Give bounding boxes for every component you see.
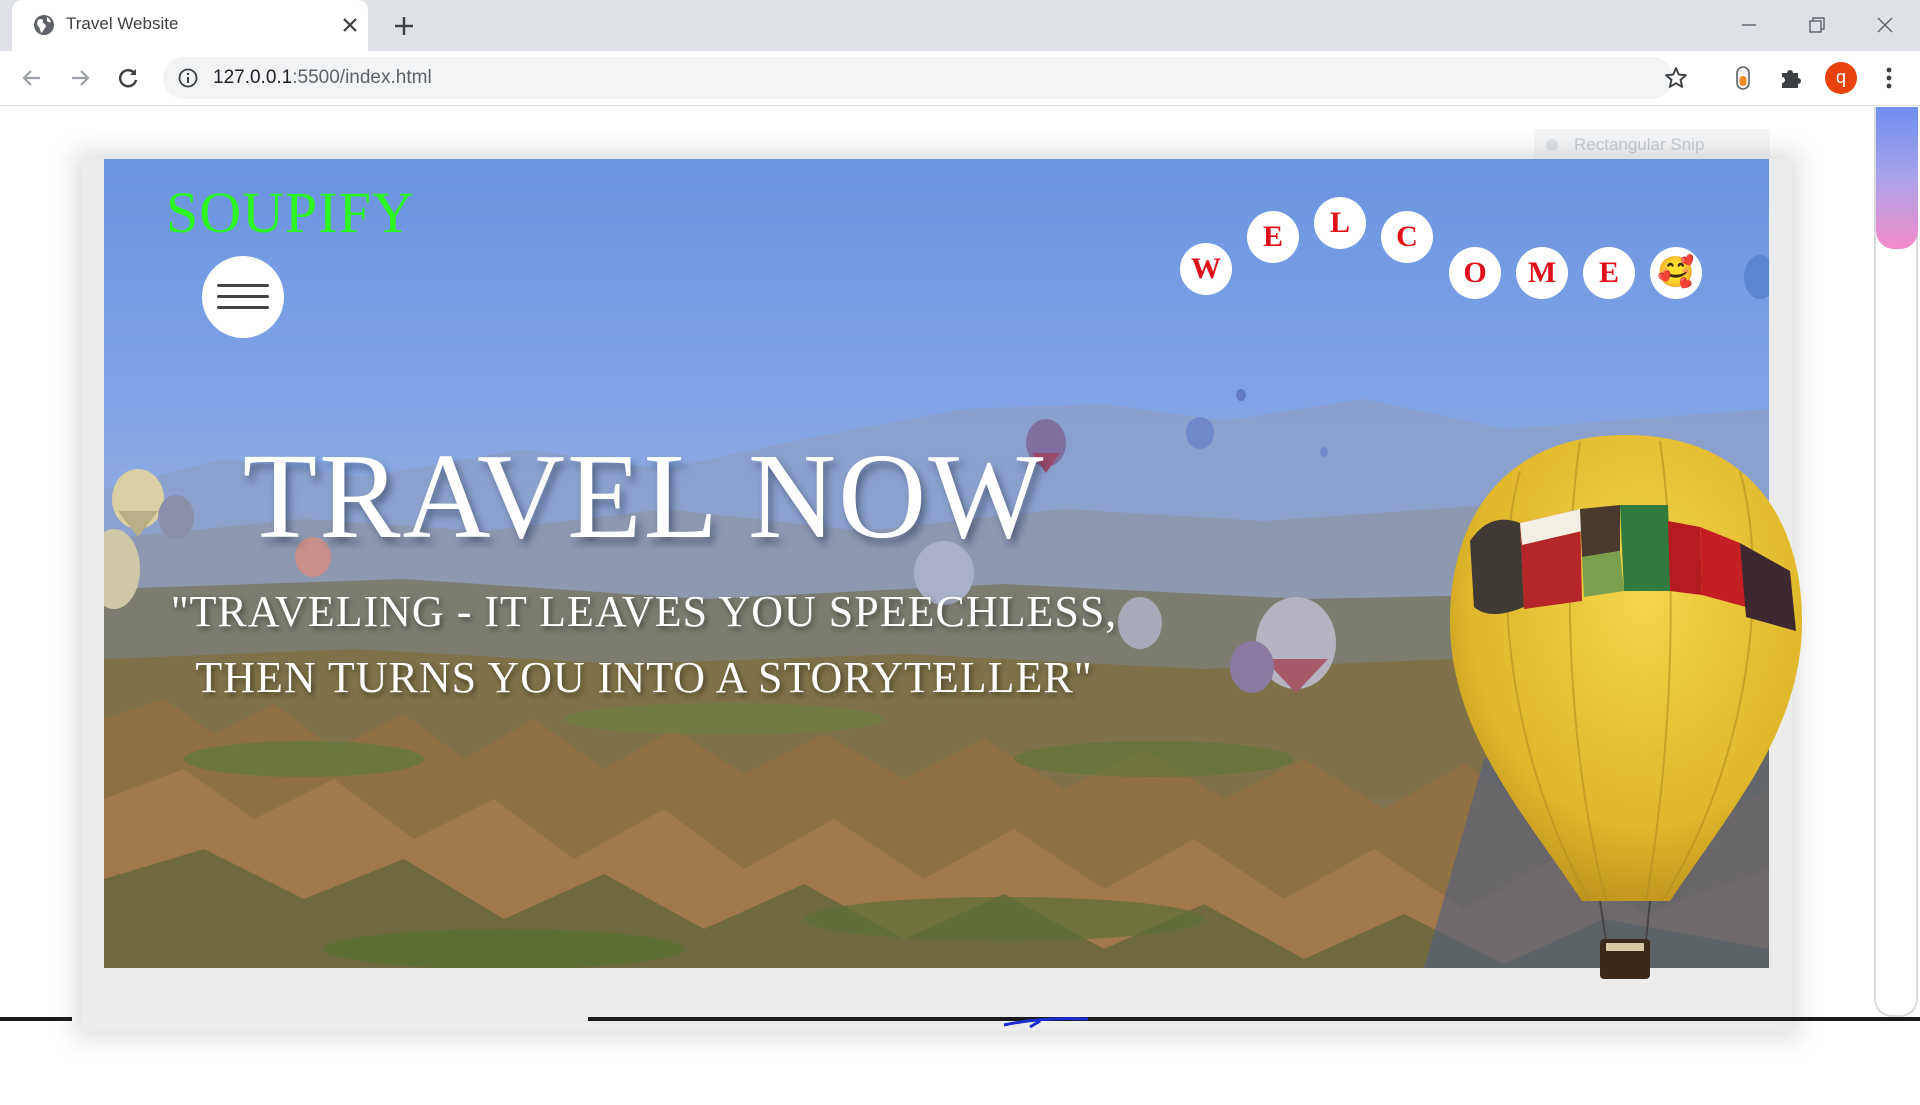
welcome-letter: E bbox=[1247, 211, 1299, 263]
profile-avatar[interactable]: q bbox=[1825, 62, 1857, 94]
hamburger-icon-bar bbox=[217, 295, 269, 298]
more-vert-icon[interactable] bbox=[1874, 63, 1904, 93]
star-icon[interactable] bbox=[1663, 65, 1689, 91]
minimize-icon[interactable] bbox=[1734, 10, 1764, 40]
hero-quote: "TRAVELING - IT LEAVES YOU SPEECHLESS, T… bbox=[104, 579, 1184, 711]
welcome-emoji: 🥰 bbox=[1650, 247, 1702, 299]
hamburger-icon-bar bbox=[217, 284, 269, 287]
distant-balloon bbox=[1320, 447, 1328, 457]
distant-balloon bbox=[1744, 255, 1769, 299]
distant-balloon bbox=[1236, 389, 1246, 401]
distant-balloon bbox=[1230, 641, 1274, 693]
address-bar[interactable]: 127.0.0.1:5500/index.html bbox=[163, 57, 1687, 99]
snip-overlay-ghost: Rectangular Snip bbox=[1534, 129, 1770, 161]
welcome-letter: O bbox=[1449, 247, 1501, 299]
url-host: 127.0.0.1 bbox=[213, 67, 293, 88]
hamburger-icon-bar bbox=[217, 306, 269, 309]
tab-title: Travel Website bbox=[66, 14, 179, 33]
welcome-letter: E bbox=[1583, 247, 1635, 299]
welcome-letter: L bbox=[1314, 197, 1366, 249]
quote-line-2: THEN TURNS YOU INTO A STORYTELLER" bbox=[195, 653, 1093, 702]
browser-toolbar: 127.0.0.1:5500/index.html q bbox=[0, 51, 1920, 106]
scrollbar-thumb[interactable] bbox=[1876, 107, 1918, 249]
hero-card: SOUPIFY TRAVEL NOW "TRAVELING - IT LEAVE… bbox=[82, 159, 1802, 1031]
tab-strip: Travel Website bbox=[0, 0, 1920, 51]
forward-arrow-icon[interactable] bbox=[66, 64, 94, 92]
welcome-letter: C bbox=[1381, 211, 1433, 263]
globe-icon bbox=[34, 15, 54, 35]
welcome-letter: M bbox=[1516, 247, 1568, 299]
divider-line bbox=[588, 1017, 1920, 1021]
divider-line bbox=[0, 1017, 72, 1021]
scribble-mark bbox=[1003, 1017, 1089, 1029]
menu-button[interactable] bbox=[202, 256, 284, 338]
reload-icon[interactable] bbox=[114, 64, 142, 92]
plus-icon[interactable] bbox=[390, 12, 418, 40]
active-tab[interactable]: Travel Website bbox=[12, 0, 368, 51]
brand-logo[interactable]: SOUPIFY bbox=[166, 179, 415, 246]
distant-balloon bbox=[1186, 417, 1214, 449]
url-path: :5500/index.html bbox=[292, 67, 432, 88]
window-close-icon[interactable] bbox=[1870, 10, 1900, 40]
url-text: 127.0.0.1:5500/index.html bbox=[213, 67, 432, 89]
close-icon[interactable] bbox=[338, 13, 362, 37]
hero-headline: TRAVEL NOW bbox=[242, 429, 1046, 564]
info-icon[interactable] bbox=[177, 67, 199, 89]
restore-icon[interactable] bbox=[1802, 10, 1832, 40]
puzzle-icon[interactable] bbox=[1776, 63, 1806, 93]
extension-icon[interactable] bbox=[1728, 63, 1758, 93]
welcome-letter: W bbox=[1180, 243, 1232, 295]
hot-air-balloon-image bbox=[1450, 435, 1802, 979]
web-page: Rectangular Snip SOUPIFY TRAVEL NOW "TRA… bbox=[0, 107, 1920, 1105]
quote-line-1: "TRAVELING - IT LEAVES YOU SPEECHLESS, bbox=[170, 587, 1118, 636]
back-arrow-icon[interactable] bbox=[18, 64, 46, 92]
